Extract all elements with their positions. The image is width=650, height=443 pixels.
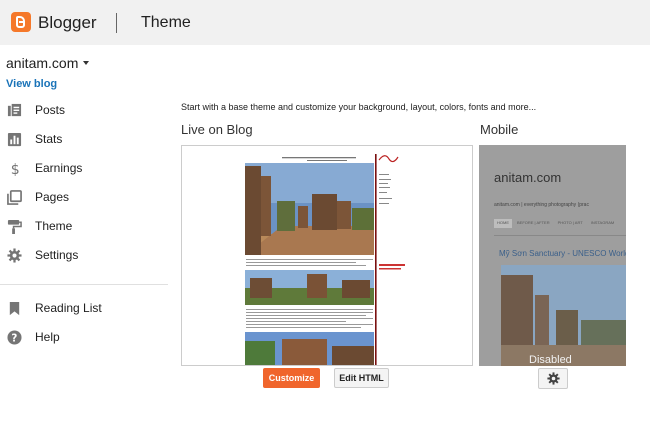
mobile-disabled-overlay: Disabled [529,354,572,366]
svg-text:$: $ [11,162,20,176]
sidebar-item-theme[interactable]: Theme [0,212,168,241]
bookmark-icon [9,301,20,316]
page-title: Theme [141,14,191,31]
mobile-post-title: Mỹ Sơn Sanctuary - UNESCO World [499,249,626,258]
sidebar-item-label: Settings [35,248,79,262]
blog-selector[interactable]: anitam.com [6,55,78,71]
mobile-tab-bar: HOME BEFORE | AFTER PHOTO | ART INSTAGRA… [494,219,626,228]
gear-icon [546,372,560,385]
sidebar-item-label: Reading List [35,301,102,315]
sidebar-item-label: Pages [35,190,70,204]
mobile-post-image [501,265,626,366]
pages-icon [7,190,22,205]
view-blog-link[interactable]: View blog [6,78,57,90]
dollar-icon: $ [11,162,20,176]
sidebar-divider [0,284,168,285]
sidebar-item-label: Earnings [35,161,83,175]
sidebar-item-label: Theme [35,219,73,233]
sidebar-item-pages[interactable]: Pages [0,183,168,212]
sidebar-item-earnings[interactable]: $ Earnings [0,154,168,183]
mobile-tab: BEFORE | AFTER [517,220,550,225]
mobile-heading: Mobile [480,122,519,137]
mobile-theme-preview[interactable]: anitam.com anitam.com | everything photo… [479,145,626,366]
edit-html-button[interactable]: Edit HTML [334,368,389,388]
gear-icon [7,248,22,263]
blogger-logo-icon[interactable] [11,12,31,32]
help-icon: ? [7,330,22,345]
sidebar-item-label: Stats [35,132,63,146]
top-bar: Blogger Theme [0,0,650,45]
svg-text:?: ? [11,333,17,345]
mobile-tab: INSTAGRAM [590,220,615,225]
mobile-blog-subtitle: anitam.com | everything photography (pra… [494,202,589,208]
sidebar-item-label: Posts [35,103,66,117]
intro-text: Start with a base theme and customize yo… [181,102,537,112]
mobile-tab: HOME [494,219,512,228]
live-on-blog-heading: Live on Blog [181,122,253,137]
live-theme-preview[interactable] [181,145,473,366]
sidebar-item-settings[interactable]: Settings [0,241,168,270]
posts-icon [7,103,22,117]
stats-icon [7,132,22,147]
paint-roller-icon [7,219,22,234]
brand-name[interactable]: Blogger [38,13,97,33]
sidebar-item-label: Help [35,330,60,344]
header-divider [116,13,117,33]
sidebar-item-stats[interactable]: Stats [0,125,168,154]
mobile-settings-button[interactable] [538,368,568,389]
customize-button[interactable]: Customize [263,368,320,388]
sidebar-item-help[interactable]: ? Help [0,323,168,352]
chevron-down-icon[interactable] [83,61,89,65]
mobile-divider [494,235,626,236]
mobile-tab: PHOTO | ART [557,220,583,225]
sidebar-item-posts[interactable]: Posts [0,96,168,125]
mobile-blog-title: anitam.com [494,170,562,185]
sidebar-item-reading-list[interactable]: Reading List [0,294,168,323]
live-preview-image [182,146,472,365]
